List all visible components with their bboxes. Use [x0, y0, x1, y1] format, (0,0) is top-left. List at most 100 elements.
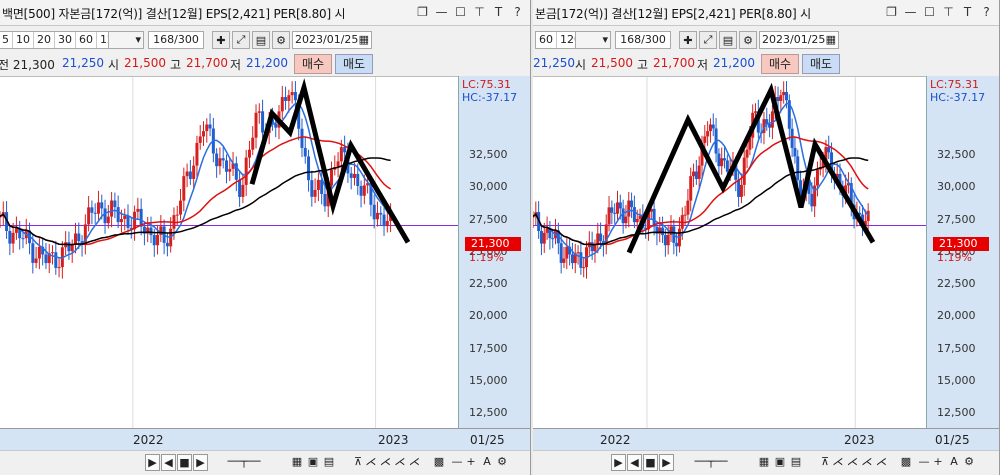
scroll-slider[interactable]: ──┬──	[681, 454, 741, 471]
panel-title: 백면[500] 자본금[172(억)] 결산[12월] EPS[2,421] P…	[2, 7, 346, 21]
font-icon[interactable]: A	[480, 454, 494, 471]
open-price: 21,500	[591, 56, 633, 70]
period-60[interactable]: 60	[536, 32, 557, 48]
fast-forward-icon[interactable]: ▶	[193, 454, 208, 471]
step-back-icon[interactable]: ◀	[627, 454, 642, 471]
text-icon[interactable]: T	[490, 3, 507, 21]
candle-body	[241, 184, 245, 197]
candle-body	[103, 208, 107, 224]
crosshair-icon[interactable]: ✚	[212, 31, 230, 49]
panel-icon[interactable]: ▤	[789, 454, 803, 471]
period-10[interactable]: 10	[13, 32, 34, 48]
stop-icon[interactable]: ■	[177, 454, 192, 471]
gear-icon[interactable]: ⚙	[739, 31, 757, 49]
stop-icon[interactable]: ■	[643, 454, 658, 471]
candle-body	[228, 168, 232, 172]
period-dropdown[interactable]: ▾	[575, 31, 611, 49]
save-icon[interactable]: ▤	[719, 31, 737, 49]
zoom-in-icon[interactable]: +	[931, 454, 945, 471]
buy-button[interactable]: 매수	[761, 54, 799, 74]
buy-button[interactable]: 매수	[294, 54, 332, 74]
candle-body	[67, 242, 71, 252]
price-2: 21,250	[533, 56, 575, 70]
candle-body	[607, 207, 611, 225]
save-icon[interactable]: ▤	[252, 31, 270, 49]
candle-body	[261, 111, 265, 133]
candle-body	[815, 169, 819, 186]
count-input[interactable]: 168/300	[148, 31, 204, 49]
crosshair-icon[interactable]: ✚	[679, 31, 697, 49]
candle-body	[739, 184, 743, 197]
candle-body	[703, 136, 707, 143]
draw-line-icon[interactable]: ⤢	[699, 31, 717, 49]
restore-icon[interactable]: ❐	[883, 3, 900, 21]
help-icon[interactable]: ?	[509, 3, 526, 21]
calendar-icon[interactable]: ▦	[359, 32, 369, 48]
panel-icon[interactable]: ▤	[322, 454, 336, 471]
bottom-toolbar: ▶ ◀ ■ ▶ ──┬── ▦ ▣ ▤ ⊼ ⋌ ⋌ ⋌ ⋌ ▩ — + A ⚙	[533, 450, 999, 475]
layout-icon[interactable]: ▣	[306, 454, 320, 471]
price-chart[interactable]	[533, 76, 926, 429]
high-label: 고	[637, 58, 649, 72]
period-20[interactable]: 20	[34, 32, 55, 48]
grid-icon[interactable]: ▦	[290, 454, 304, 471]
count-input[interactable]: 168/300	[615, 31, 671, 49]
candle-body	[119, 218, 123, 223]
zoom-out-icon[interactable]: —	[917, 454, 931, 471]
y-tick-label: 22,500	[469, 277, 508, 290]
maximize-icon[interactable]: ☐	[452, 3, 469, 21]
color-icon[interactable]: ▩	[899, 454, 913, 471]
sell-button[interactable]: 매도	[802, 54, 840, 74]
candle-body	[195, 142, 199, 166]
candle-body	[185, 171, 189, 177]
minimize-icon[interactable]: —	[433, 3, 450, 21]
minimize-icon[interactable]: —	[902, 3, 919, 21]
pin-icon[interactable]: ⊤	[940, 3, 957, 21]
grid-icon[interactable]: ▦	[757, 454, 771, 471]
candle-body	[224, 160, 228, 172]
candle-body	[307, 156, 311, 181]
play-icon[interactable]: ▶	[145, 454, 160, 471]
price-chart[interactable]	[0, 76, 458, 429]
zoom-in-icon[interactable]: +	[464, 454, 478, 471]
candle-body	[661, 227, 665, 236]
candle-body	[579, 252, 583, 268]
settings-icon[interactable]: ⚙	[495, 454, 509, 471]
sell-button[interactable]: 매도	[335, 54, 373, 74]
candle-body	[790, 128, 794, 148]
period-60[interactable]: 60	[76, 32, 97, 48]
date-input[interactable]: 2023/01/25 ▦	[292, 31, 372, 49]
period-dropdown[interactable]: ▾	[108, 31, 144, 49]
candle-body	[300, 128, 304, 148]
calendar-icon[interactable]: ▦	[826, 32, 836, 48]
candle-body	[251, 137, 255, 150]
settings-icon[interactable]: ⚙	[962, 454, 976, 471]
gear-icon[interactable]: ⚙	[272, 31, 290, 49]
candle-body	[627, 200, 631, 217]
restore-icon[interactable]: ❐	[414, 3, 431, 21]
step-back-icon[interactable]: ◀	[161, 454, 176, 471]
pin-icon[interactable]: ⊤	[471, 3, 488, 21]
candle-body	[717, 153, 721, 167]
draw-line-icon[interactable]: ⤢	[232, 31, 250, 49]
text-icon[interactable]: T	[959, 3, 976, 21]
drawing-tools[interactable]: ⊼ ⋌ ⋌ ⋌ ⋌	[345, 454, 429, 471]
layout-icon[interactable]: ▣	[773, 454, 787, 471]
candle-body	[565, 246, 569, 259]
period-30[interactable]: 30	[55, 32, 76, 48]
y-tick-label: 20,000	[937, 309, 976, 323]
candle-body	[51, 252, 55, 254]
fast-forward-icon[interactable]: ▶	[659, 454, 674, 471]
period-5[interactable]: 5	[0, 32, 13, 48]
candle-body	[708, 124, 712, 132]
scroll-slider[interactable]: ──┬──	[214, 454, 274, 471]
color-icon[interactable]: ▩	[432, 454, 446, 471]
play-icon[interactable]: ▶	[611, 454, 626, 471]
zoom-out-icon[interactable]: —	[450, 454, 464, 471]
font-icon[interactable]: A	[947, 454, 961, 471]
maximize-icon[interactable]: ☐	[921, 3, 938, 21]
date-input[interactable]: 2023/01/25 ▦	[759, 31, 839, 49]
drawing-tools[interactable]: ⊼ ⋌ ⋌ ⋌ ⋌	[812, 454, 896, 471]
help-icon[interactable]: ?	[978, 3, 995, 21]
candle-body	[218, 158, 222, 167]
